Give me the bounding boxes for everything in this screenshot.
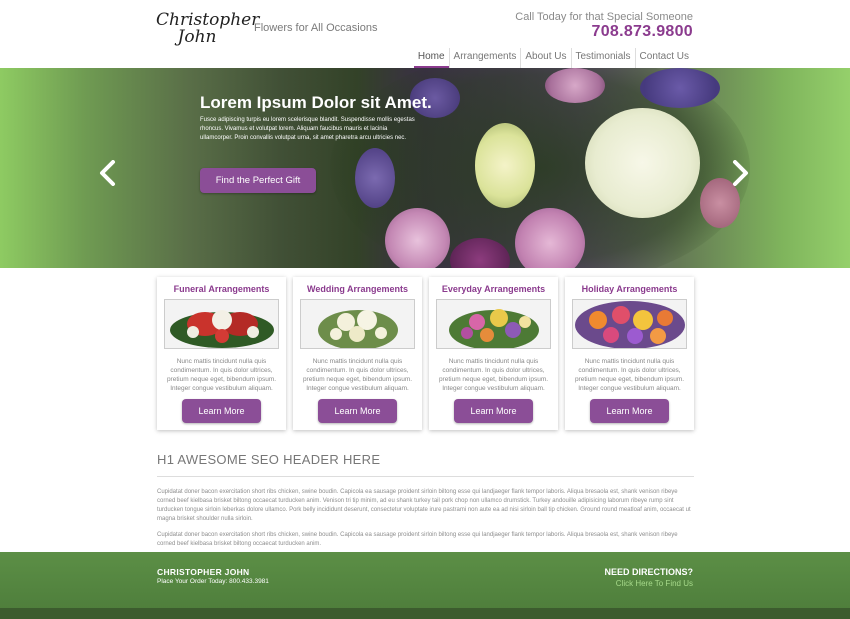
chevron-right-icon[interactable] [730,160,750,186]
nav-about-us[interactable]: About Us [520,48,570,68]
card-title: Holiday Arrangements [581,284,678,294]
call-text: Call Today for that Special Someone [515,11,693,23]
hero-text: Fusce adipiscing turpis eu lorem sceleri… [200,117,415,141]
divider [157,476,694,477]
card-text: Nunc mattis tincidunt nulla quis condime… [166,358,277,392]
card-title: Everyday Arrangements [441,284,546,294]
arrangement-cards: Funeral Arrangements Nunc mattis tincidu… [157,277,694,430]
nav-home[interactable]: Home [413,48,449,68]
site-header: Christopher John Flowers for All Occasio… [0,0,850,68]
card-holiday: Holiday Arrangements Nunc mattis tincidu… [565,277,694,430]
hero-slider: Lorem Ipsum Dolor sit Amet. Fusce adipis… [0,68,850,268]
tagline: Flowers for All Occasions [254,22,378,34]
card-title: Funeral Arrangements [173,284,270,294]
nav-contact-us[interactable]: Contact Us [634,48,693,68]
learn-more-button[interactable]: Learn More [182,399,261,423]
find-us-link[interactable]: Click Here To Find Us [616,579,693,588]
chevron-left-icon[interactable] [98,160,118,186]
body-paragraph-1: Cupidatat doner bacon exercitation short… [157,489,691,522]
card-funeral: Funeral Arrangements Nunc mattis tincidu… [157,277,286,430]
bottom-bar [0,608,850,619]
seo-header: H1 AWESOME SEO HEADER HERE [157,452,381,467]
card-everyday: Everyday Arrangements Nunc mattis tincid… [429,277,558,430]
card-image-funeral[interactable] [164,299,279,349]
footer-directions-heading: NEED DIRECTIONS? [604,567,693,577]
body-paragraph-2: Cupidatat doner bacon exercitation short… [157,532,678,547]
logo-line2: John [177,27,217,47]
logo[interactable]: Christopher John [156,12,259,47]
main-nav: Home Arrangements About Us Testimonials … [413,48,693,68]
card-text: Nunc mattis tincidunt nulla quis condime… [438,358,549,392]
card-image-wedding[interactable] [300,299,415,349]
card-image-everyday[interactable] [436,299,551,349]
learn-more-button[interactable]: Learn More [590,399,669,423]
card-title: Wedding Arrangements [306,284,408,294]
find-gift-button[interactable]: Find the Perfect Gift [200,168,316,193]
footer-company-name: CHRISTOPHER JOHN [157,567,250,577]
learn-more-button[interactable]: Learn More [454,399,533,423]
footer: CHRISTOPHER JOHN Place Your Order Today:… [0,552,850,608]
nav-testimonials[interactable]: Testimonials [570,48,635,68]
nav-arrangements[interactable]: Arrangements [448,48,521,68]
hero-title: Lorem Ipsum Dolor sit Amet. [200,93,432,112]
card-wedding: Wedding Arrangements Nunc mattis tincidu… [293,277,422,430]
learn-more-button[interactable]: Learn More [318,399,397,423]
footer-order-phone: Place Your Order Today: 800.433.3981 [157,578,269,585]
card-text: Nunc mattis tincidunt nulla quis condime… [302,358,413,392]
phone-number[interactable]: 708.873.9800 [592,23,693,41]
card-image-holiday[interactable] [572,299,687,349]
card-text: Nunc mattis tincidunt nulla quis condime… [574,358,685,392]
